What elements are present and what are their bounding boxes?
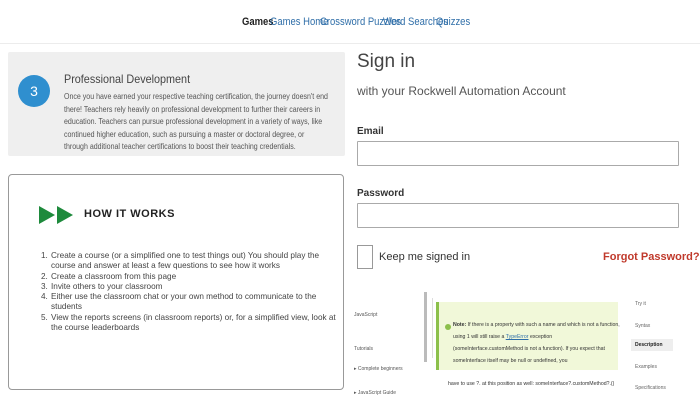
password-label: Password <box>357 188 405 199</box>
forgot-password-link[interactable]: Forgot Password? <box>603 251 700 263</box>
password-field[interactable] <box>357 203 679 228</box>
note-continuation: have to use ?. at this position as well:… <box>448 381 615 387</box>
doc-toc-item[interactable]: Specifications <box>635 385 666 391</box>
list-item: 3. Invite others to your classroom <box>41 281 163 291</box>
keep-signed-in-checkbox[interactable] <box>357 245 373 269</box>
fast-forward-icon <box>39 206 73 224</box>
list-item: 5. View the reports screens (in classroom… <box>41 312 336 333</box>
doc-nav-item[interactable]: JavaScript <box>354 312 377 318</box>
professional-development-body: Once you have earned your respective tea… <box>64 92 328 151</box>
list-item: 1. Create a course (or a simplified one t… <box>41 251 320 271</box>
doc-nav-item[interactable]: Tutorials <box>354 346 373 352</box>
scrollbar[interactable] <box>424 292 427 362</box>
step-number-badge: 3 <box>18 75 50 107</box>
top-nav: Games Games Home Crossword Puzzles Word … <box>0 0 700 44</box>
doc-toc-item[interactable]: Examples <box>635 364 657 370</box>
signin-title: Sign in <box>357 51 416 72</box>
email-label: Email <box>357 126 384 137</box>
doc-toc-item-active[interactable]: Description <box>631 339 673 351</box>
nav-item-games[interactable]: Games <box>242 16 274 28</box>
how-it-works-steps: 1. Create a course (or a simplified one t… <box>41 251 341 333</box>
divider <box>432 298 433 358</box>
documentation-snippet: JavaScript Tutorials ▸ Complete beginner… <box>348 288 680 400</box>
doc-nav-item[interactable]: ▸ JavaScript Guide <box>354 390 396 396</box>
email-field[interactable] <box>357 141 679 166</box>
list-item: 4. Either use the classroom chat or your … <box>41 292 317 312</box>
doc-toc-item[interactable]: Try it <box>635 301 646 307</box>
nav-item-quizzes[interactable]: Quizzes <box>436 16 470 28</box>
how-it-works-title: HOW IT WORKS <box>84 208 175 220</box>
keep-signed-in-label: Keep me signed in <box>379 251 471 263</box>
note-callout: Note: If there is a property with such a… <box>436 302 620 370</box>
professional-development-card: 3 Professional Development Once you have… <box>8 52 345 156</box>
note-icon <box>445 324 451 330</box>
note-text: Note: If there is a property with such a… <box>453 322 620 364</box>
doc-nav-item[interactable]: ▸ Complete beginners <box>354 366 403 372</box>
professional-development-title: Professional Development <box>64 72 191 86</box>
how-it-works-card: HOW IT WORKS 1. Create a course (or a sim… <box>8 174 344 390</box>
doc-toc-item[interactable]: Syntax <box>635 323 650 329</box>
list-item: 2. Create a classroom from this page <box>41 271 177 281</box>
signin-subtitle: with your Rockwell Automation Account <box>357 84 566 98</box>
